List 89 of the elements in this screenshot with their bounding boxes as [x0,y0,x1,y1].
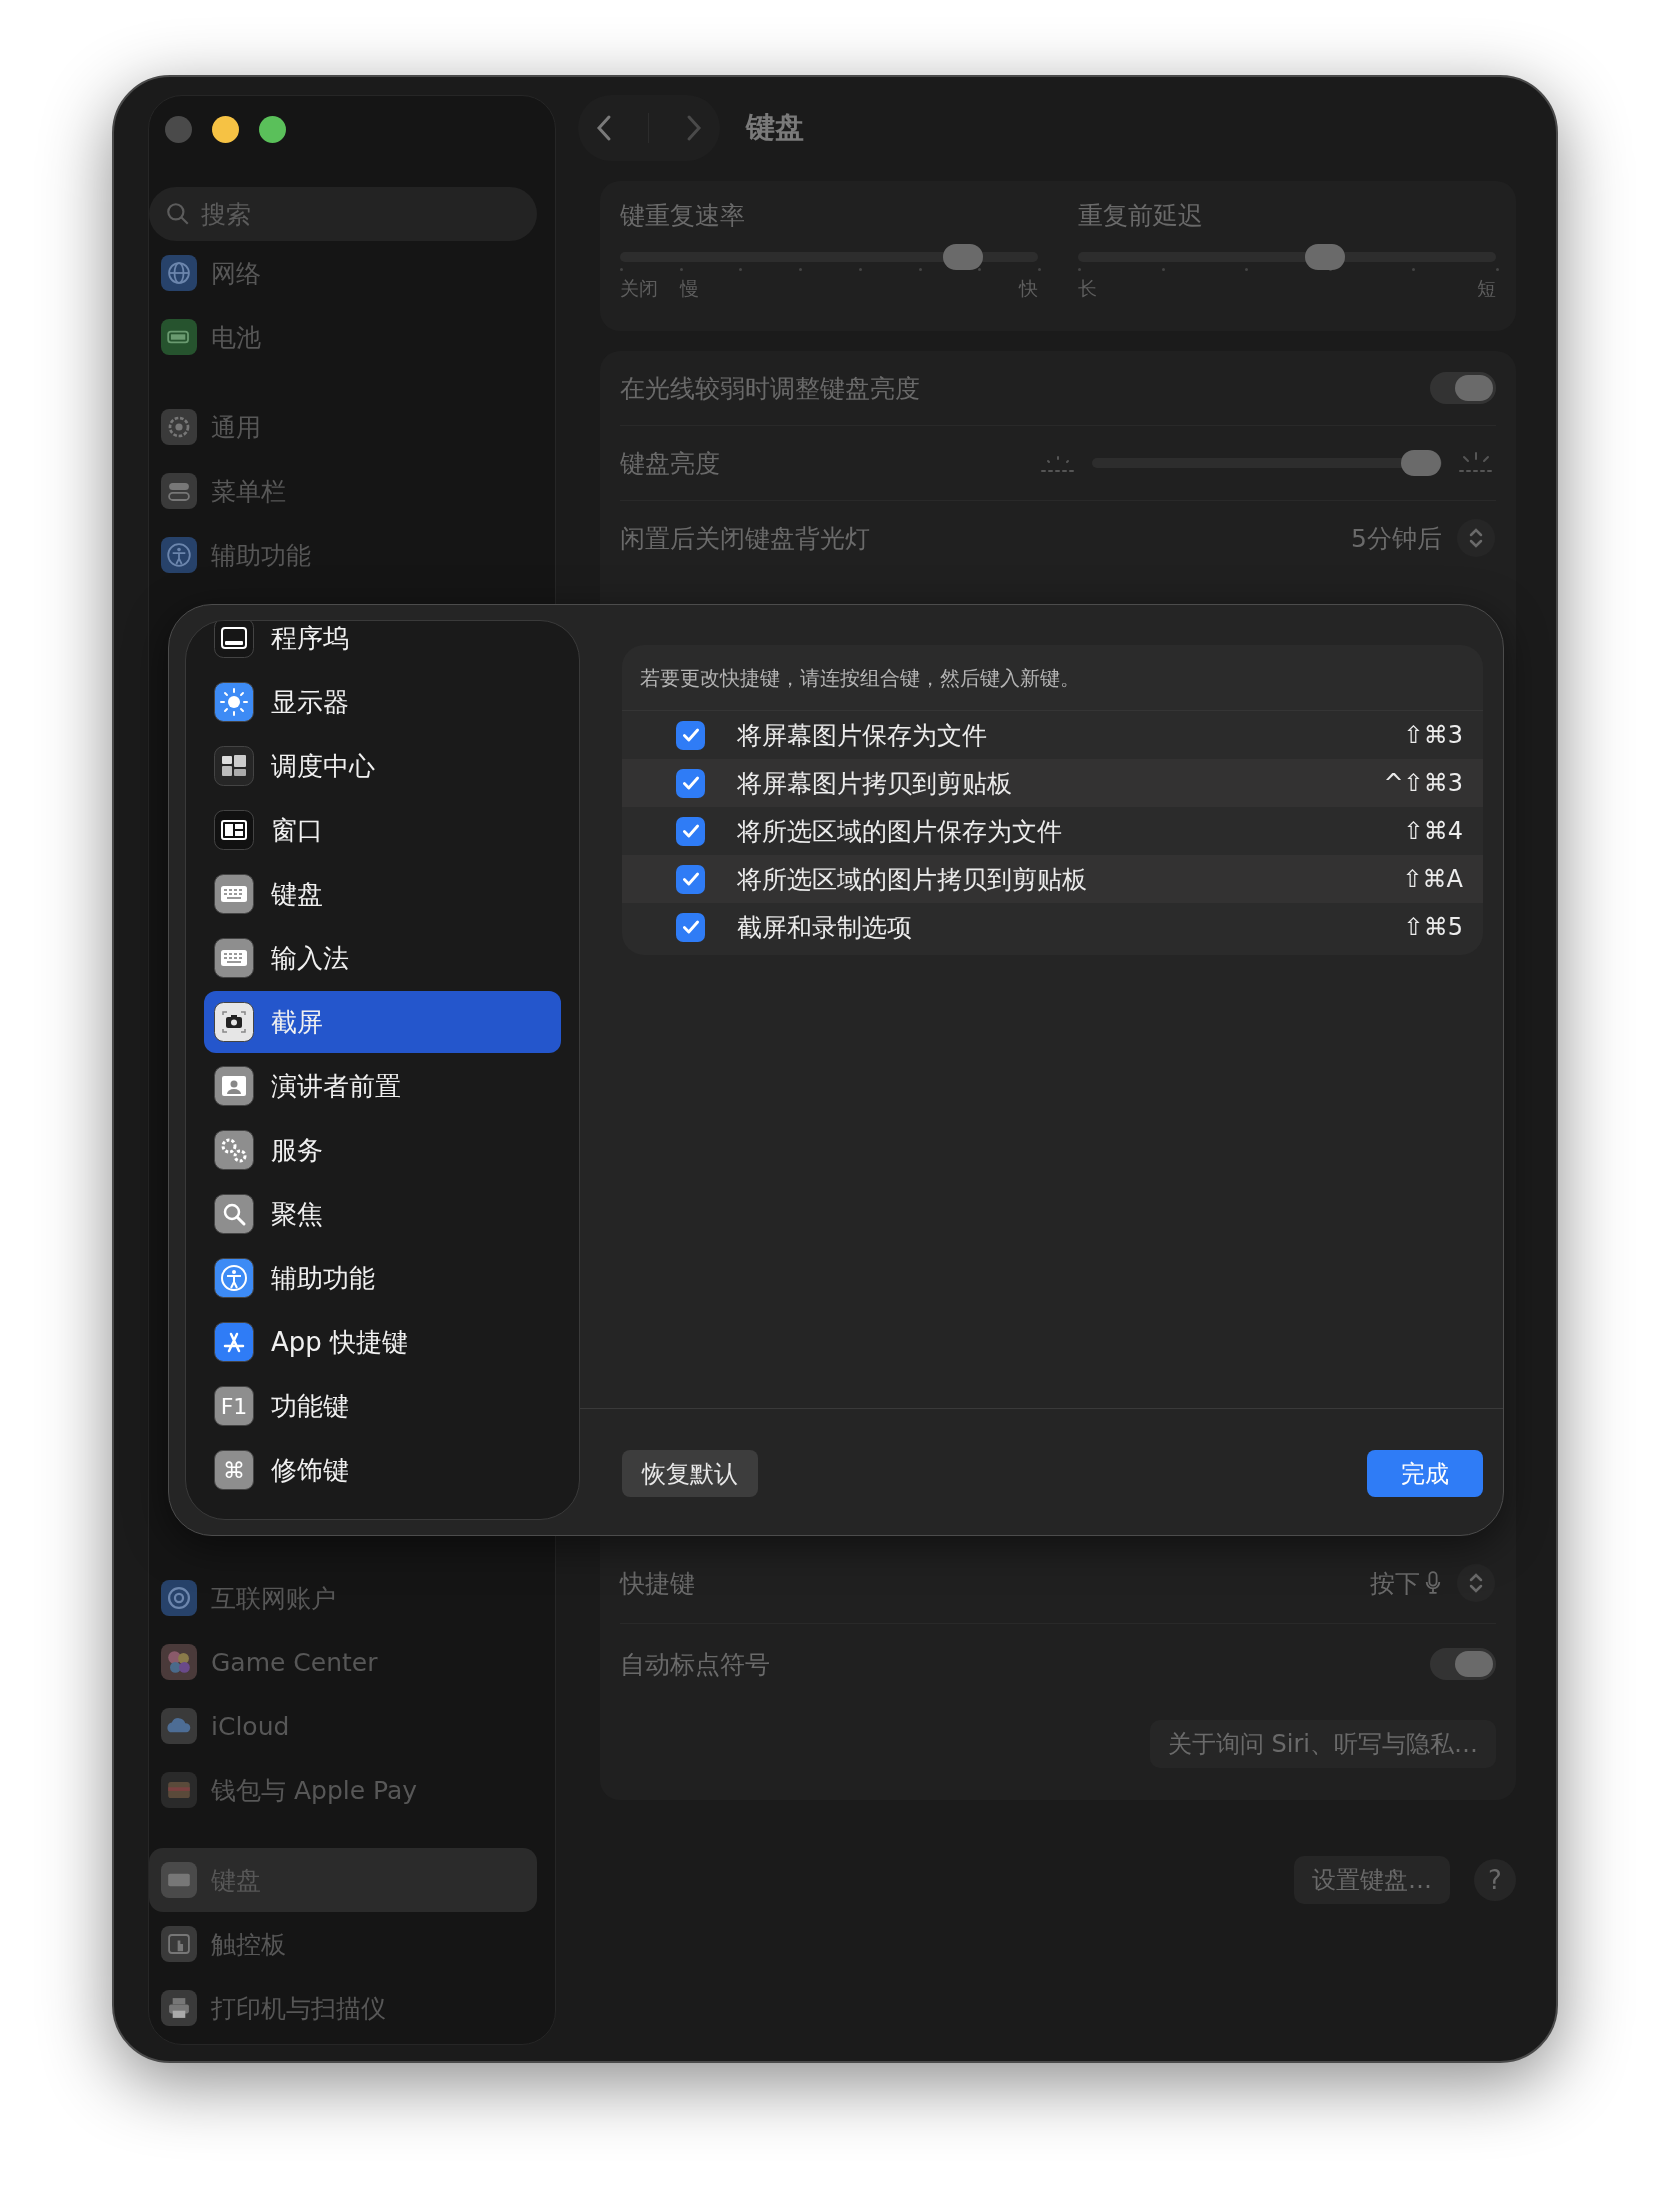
shortcut-label: 将所选区域的图片保存为文件 [737,815,1062,848]
category-item[interactable]: 服务 [204,1119,561,1181]
cloud-icon [161,1708,197,1744]
shortcut-label: 将所选区域的图片拷贝到剪贴板 [737,863,1087,896]
bubbles-icon [161,1644,197,1680]
camera-icon [214,1002,254,1042]
category-item[interactable]: 截屏 [204,991,561,1053]
key-icon: F1 [214,1386,254,1426]
person-icon [214,1066,254,1106]
shortcut-row[interactable]: 截屏和录制选项 ⇧⌘5 [622,903,1483,951]
globe-icon [161,255,197,291]
tick-label: 慢 [680,276,699,301]
window-icon [214,810,254,850]
tick-label: 短 [1477,276,1496,301]
setting-label: 键盘亮度 [620,447,720,480]
category-item[interactable]: ⌘ 修饰键 [204,1439,561,1501]
zoom-window-icon[interactable] [259,116,286,143]
key-combination[interactable]: ⇧⌘3 [1403,721,1463,749]
checkbox[interactable] [676,864,705,894]
category-item[interactable]: 键盘 [204,863,561,925]
key-combination[interactable]: ⇧⌘A [1402,865,1463,893]
shortcut-label: 将屏幕图片保存为文件 [737,719,987,752]
setting-label: 闲置后关闭键盘背光灯 [620,522,870,555]
shortcut-row[interactable]: 将屏幕图片拷贝到剪贴板 ^⇧⌘3 [622,759,1483,807]
window-title: 键盘 [746,109,804,146]
key-icon: ⌘ [214,1450,254,1490]
slider-label: 键重复速率 [620,200,746,232]
toggle-switch[interactable] [1430,372,1496,404]
search-icon [165,201,191,227]
category-item[interactable]: 聚焦 [204,1183,561,1245]
gear-icon [161,409,197,445]
slider[interactable] [1092,450,1442,476]
key-combination[interactable]: ⇧⌘5 [1403,913,1463,941]
shortcut-row[interactable]: 将所选区域的图片保存为文件 ⇧⌘4 [622,807,1483,855]
accessibility-icon [214,1258,254,1298]
checkbox[interactable] [676,720,705,750]
gears-icon [214,1130,254,1170]
toggles-icon [161,473,197,509]
setting-label: 自动标点符号 [620,1648,770,1681]
category-item[interactable]: 输入法 [204,927,561,989]
shortcut-row[interactable]: 将所选区域的图片拷贝到剪贴板 ⇧⌘A [622,855,1483,903]
shortcut-label: 截屏和录制选项 [737,911,912,944]
close-window-icon[interactable] [165,116,192,143]
accessibility-icon [161,537,197,573]
tick-label: 关闭 [620,276,658,301]
category-item[interactable]: 窗口 [204,799,561,861]
checkbox[interactable] [676,768,705,798]
category-item[interactable]: 演讲者前置 [204,1055,561,1117]
key-combination[interactable]: ⇧⌘4 [1403,817,1463,845]
checkbox[interactable] [676,816,705,846]
stepper-icon[interactable] [1456,518,1496,558]
shortcut-label: 将屏幕图片拷贝到剪贴板 [737,767,1012,800]
printer-icon [161,1990,197,2026]
wallet-icon [161,1772,197,1808]
category-item[interactable]: App 快捷键 [204,1311,561,1373]
category-item[interactable]: 辅助功能 [204,1247,561,1309]
at-sign-icon [161,1580,197,1616]
sun-icon [214,682,254,722]
keyboard-icon [161,1862,197,1898]
category-item[interactable]: 调度中心 [204,735,561,797]
slider[interactable] [1078,244,1496,272]
slider-thumb[interactable] [942,244,983,270]
keyboard-icon [214,874,254,914]
category-item[interactable]: 程序坞 [204,621,561,669]
minimize-window-icon[interactable] [212,116,239,143]
tick-label: 长 [1078,276,1097,301]
search-icon [214,1194,254,1234]
battery-icon [161,319,197,355]
slider-label: 重复前延迟 [1078,200,1204,232]
shortcut-row[interactable]: 将屏幕图片保存为文件 ⇧⌘3 [622,711,1483,759]
category-item[interactable]: F1 功能键 [204,1375,561,1437]
apps-icon [214,1322,254,1362]
toggle-switch[interactable] [1430,1648,1496,1680]
category-item[interactable]: 显示器 [204,671,561,733]
restore-defaults-button[interactable]: 恢复默认 [622,1450,758,1497]
key-combination[interactable]: ^⇧⌘3 [1383,769,1463,797]
checkbox[interactable] [676,912,705,942]
hint-text: 若要更改快捷键，请连按组合键，然后键入新键。 [622,645,1483,711]
keyboard-icon [214,938,254,978]
tick-label: 快 [1019,276,1038,301]
setting-label: 快捷键 [620,1567,695,1600]
windows-icon [214,746,254,786]
slider-thumb[interactable] [1304,244,1345,270]
stepper-icon[interactable] [1456,1563,1496,1603]
slider-thumb[interactable] [1401,450,1441,476]
done-button[interactable]: 完成 [1367,1450,1483,1497]
slider[interactable] [620,244,1038,272]
setting-label: 在光线较弱时调整键盘亮度 [620,372,920,405]
search-field[interactable]: 搜索 [149,187,537,241]
